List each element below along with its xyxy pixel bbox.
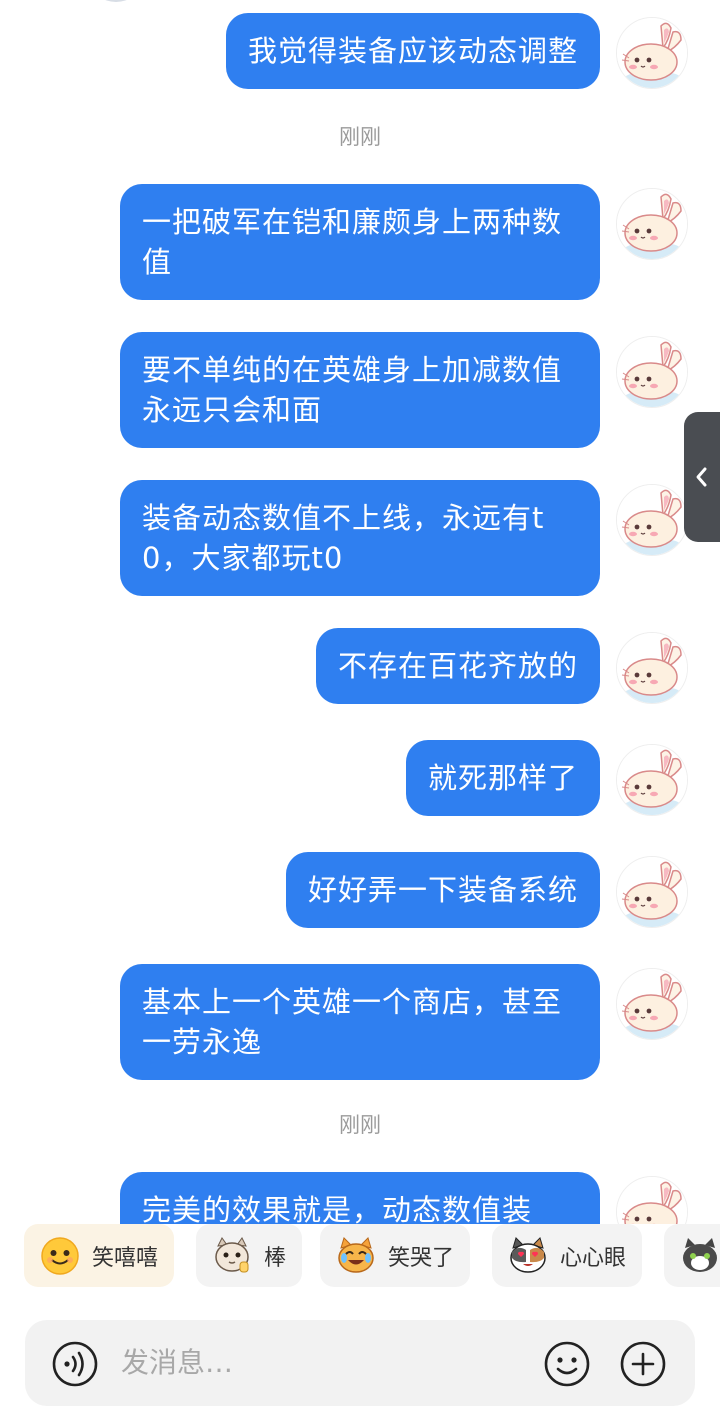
timestamp: 刚刚 — [339, 125, 381, 149]
bunny-avatar-icon — [617, 189, 688, 260]
bunny-avatar-icon — [617, 969, 688, 1040]
message-bubble[interactable]: 好好弄一下装备系统 — [285, 852, 600, 928]
reaction-chip[interactable] — [664, 1224, 720, 1287]
bunny-avatar-icon — [617, 337, 688, 408]
voice-icon[interactable] — [51, 1340, 99, 1388]
avatar[interactable] — [92, 0, 140, 2]
reaction-chip[interactable]: 笑嘻嘻 — [24, 1224, 175, 1287]
bunny-avatar-icon — [617, 633, 688, 704]
reaction-chip[interactable]: 心心眼 — [492, 1224, 643, 1287]
quick-reaction-bar: 笑嘻嘻 棒 笑哭了 心心眼 — [0, 1224, 720, 1290]
reaction-chip[interactable]: 笑哭了 — [320, 1224, 471, 1287]
cat-emoji-icon — [683, 1237, 717, 1272]
reaction-label: 心心眼 — [560, 1245, 627, 1271]
plus-icon[interactable] — [619, 1340, 667, 1388]
message-bubble[interactable]: 不存在百花齐放的 — [315, 628, 600, 704]
message-bubble[interactable]: 装备动态数值不上线，永远有t0，大家都玩t0 — [120, 480, 600, 596]
chevron-left-icon — [696, 467, 707, 487]
avatar[interactable] — [616, 188, 688, 260]
reaction-label: 棒 — [264, 1245, 287, 1271]
message-bubble[interactable]: 我觉得装备应该动态调整 — [225, 13, 600, 89]
message-input[interactable]: 发消息… — [121, 1344, 233, 1382]
avatar[interactable] — [616, 856, 688, 928]
grin-emoji-icon — [41, 1236, 79, 1275]
bunny-avatar-icon — [617, 745, 688, 816]
avatar[interactable] — [616, 484, 688, 556]
reaction-label: 笑嘻嘻 — [92, 1245, 159, 1271]
side-panel-handle[interactable] — [684, 412, 720, 542]
message-bubble[interactable]: 一把破军在铠和廉颇身上两种数值 — [120, 184, 600, 300]
heart-eyes-cat-icon — [510, 1236, 546, 1273]
message-input-bar: 发消息… — [25, 1320, 695, 1406]
cat-thumbs-up-icon — [215, 1236, 249, 1272]
bunny-avatar-icon — [617, 18, 688, 89]
bunny-avatar-icon — [617, 1177, 688, 1224]
avatar[interactable] — [616, 632, 688, 704]
message-list[interactable]: 我觉得装备应该动态调整 刚刚 一把破军在铠和廉颇身上两种数值 要不单纯的在英雄身… — [0, 0, 720, 1224]
avatar[interactable] — [616, 336, 688, 408]
bunny-avatar-icon — [617, 857, 688, 928]
avatar[interactable] — [616, 17, 688, 89]
chat-screen: 我觉得装备应该动态调整 刚刚 一把破军在铠和廉颇身上两种数值 要不单纯的在英雄身… — [0, 0, 720, 1424]
avatar[interactable] — [616, 744, 688, 816]
reaction-chip[interactable]: 棒 — [196, 1224, 303, 1287]
reaction-label: 笑哭了 — [388, 1245, 455, 1271]
message-bubble[interactable]: 就死那样了 — [405, 740, 600, 816]
message-bubble[interactable]: 要不单纯的在英雄身上加减数值永远只会和面 — [120, 332, 600, 448]
avatar[interactable] — [616, 1176, 688, 1224]
emoji-icon[interactable] — [543, 1340, 591, 1388]
timestamp: 刚刚 — [339, 1113, 381, 1137]
crying-laughing-cat-icon — [338, 1236, 374, 1273]
avatar[interactable] — [616, 968, 688, 1040]
message-bubble[interactable]: 完美的效果就是，动态数值装 — [120, 1172, 600, 1224]
message-bubble[interactable]: 基本上一个英雄一个商店，甚至一劳永逸 — [120, 964, 600, 1080]
bunny-avatar-icon — [617, 485, 688, 556]
